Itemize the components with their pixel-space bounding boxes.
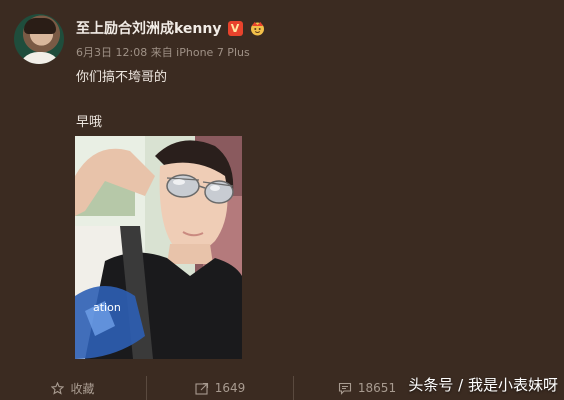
repost-button[interactable]: 1649 bbox=[146, 376, 293, 400]
comment-icon bbox=[338, 382, 352, 395]
favorite-label: 收藏 bbox=[70, 381, 95, 396]
post-text-line2: 早哦 bbox=[76, 115, 103, 130]
crown-badge-icon[interactable] bbox=[249, 20, 266, 36]
avatar-shoulder bbox=[18, 52, 62, 64]
favorite-button[interactable]: 收藏 bbox=[0, 376, 146, 400]
shirt-print-text: ation bbox=[93, 301, 121, 314]
username-row: 至上励合刘洲成kenny V bbox=[76, 19, 266, 37]
avatar-hair bbox=[24, 18, 56, 34]
avatar[interactable] bbox=[14, 14, 64, 64]
repost-count: 1649 bbox=[214, 381, 246, 395]
star-icon bbox=[51, 381, 65, 395]
post-meta: 6月3日 12:08 来自 iPhone 7 Plus bbox=[76, 46, 250, 59]
post-text-line1: 你们搞不垮哥的 bbox=[76, 70, 168, 85]
post-photo[interactable]: ation bbox=[75, 136, 242, 359]
weibo-post: 至上励合刘洲成kenny V 6月3日 12:08 来自 iPhone 7 Pl… bbox=[0, 0, 564, 400]
comment-count: 18651 bbox=[357, 381, 397, 395]
repost-icon bbox=[195, 382, 209, 395]
watermark-text: 头条号 / 我是小表妹呀 bbox=[408, 376, 558, 394]
username-link[interactable]: 至上励合刘洲成kenny bbox=[76, 18, 222, 38]
verified-v-icon[interactable]: V bbox=[227, 20, 243, 36]
